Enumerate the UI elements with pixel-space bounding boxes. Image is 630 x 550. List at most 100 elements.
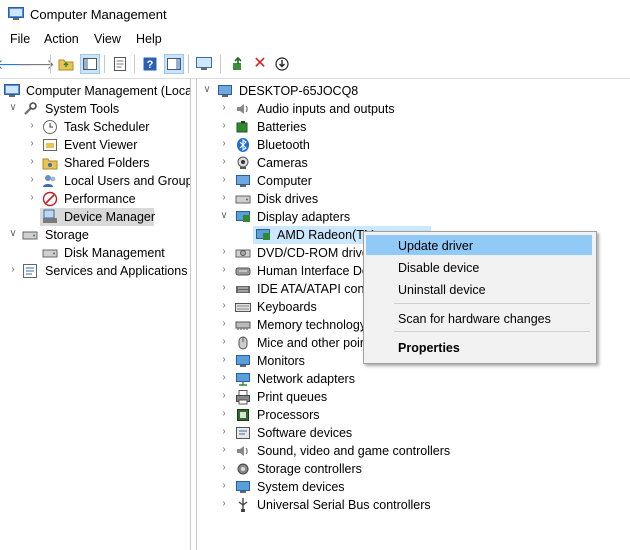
menu-item-properties[interactable]: Properties xyxy=(366,337,592,357)
menu-item-scan-hardware[interactable]: Scan for hardware changes xyxy=(366,308,592,328)
tree-item-computer-management[interactable]: Computer Management (Local xyxy=(0,82,190,100)
tree-item-services[interactable]: › Services and Applications xyxy=(0,262,190,280)
system-device-icon xyxy=(235,479,251,495)
category-label: Display adapters xyxy=(257,210,351,224)
device-category[interactable]: › Universal Serial Bus controllers xyxy=(197,496,630,514)
chevron-right-icon[interactable]: › xyxy=(219,138,229,150)
chevron-down-icon[interactable]: ∨ xyxy=(219,210,229,222)
category-label: Universal Serial Bus controllers xyxy=(257,498,431,512)
chevron-right-icon[interactable]: › xyxy=(219,462,229,474)
menu-view[interactable]: View xyxy=(94,32,121,46)
chevron-right-icon[interactable]: › xyxy=(219,426,229,438)
menu-action[interactable]: Action xyxy=(44,32,79,46)
device-category[interactable]: › Network adapters xyxy=(197,370,630,388)
device-category[interactable]: › Bluetooth xyxy=(197,136,630,154)
chevron-right-icon[interactable]: › xyxy=(219,390,229,402)
chevron-right-icon[interactable]: › xyxy=(27,192,37,204)
download-icon[interactable] xyxy=(272,54,292,74)
menu-help[interactable]: Help xyxy=(136,32,162,46)
chevron-right-icon[interactable]: › xyxy=(219,372,229,384)
update-driver-icon[interactable] xyxy=(228,54,248,74)
toolbar-separator xyxy=(220,55,221,73)
menu-item-disable-device[interactable]: Disable device xyxy=(366,257,592,277)
users-icon xyxy=(42,173,58,189)
title-bar: Computer Management xyxy=(0,0,630,30)
chevron-right-icon[interactable]: › xyxy=(219,336,229,348)
hid-icon xyxy=(235,263,251,279)
chevron-right-icon[interactable]: › xyxy=(219,156,229,168)
chevron-right-icon[interactable]: › xyxy=(27,174,37,186)
chevron-right-icon[interactable]: › xyxy=(219,318,229,330)
chevron-right-icon[interactable]: › xyxy=(219,120,229,132)
device-category[interactable]: › System devices xyxy=(197,478,630,496)
device-category[interactable]: › Sound, video and game controllers xyxy=(197,442,630,460)
tree-item-event-viewer[interactable]: › Event Viewer xyxy=(0,136,190,154)
svg-text:?: ? xyxy=(147,59,154,71)
chevron-right-icon[interactable]: › xyxy=(219,408,229,420)
category-label: Audio inputs and outputs xyxy=(257,102,395,116)
device-category[interactable]: › Software devices xyxy=(197,424,630,442)
device-category[interactable]: ∨ Display adapters xyxy=(197,208,630,226)
computer-icon xyxy=(235,173,251,189)
bluetooth-icon xyxy=(235,137,251,153)
chevron-right-icon[interactable]: › xyxy=(219,282,229,294)
show-hide-tree-icon[interactable] xyxy=(80,54,100,74)
performance-icon xyxy=(42,191,58,207)
chevron-right-icon[interactable]: › xyxy=(219,174,229,186)
tree-item-local-users[interactable]: › Local Users and Groups xyxy=(0,172,190,190)
device-category[interactable]: › Batteries xyxy=(197,118,630,136)
device-category[interactable]: › Computer xyxy=(197,172,630,190)
window-title: Computer Management xyxy=(30,7,167,22)
device-manager-icon xyxy=(42,209,58,225)
device-category[interactable]: › Audio inputs and outputs xyxy=(197,100,630,118)
category-label: Software devices xyxy=(257,426,353,440)
chevron-right-icon[interactable]: › xyxy=(219,480,229,492)
tree-item-device-manager[interactable]: Device Manager xyxy=(0,208,190,226)
chevron-right-icon[interactable]: › xyxy=(219,102,229,114)
chevron-right-icon[interactable]: › xyxy=(27,138,37,150)
computer-management-icon xyxy=(8,7,24,20)
menu-item-update-driver[interactable]: Update driver xyxy=(366,235,592,255)
category-label: Cameras xyxy=(257,156,308,170)
action-pane-icon[interactable] xyxy=(164,54,184,74)
device-category[interactable]: › Cameras xyxy=(197,154,630,172)
help-icon[interactable]: ? xyxy=(140,54,160,74)
chevron-right-icon[interactable]: › xyxy=(27,120,37,132)
chevron-down-icon[interactable]: ∨ xyxy=(8,228,18,240)
chevron-right-icon[interactable]: › xyxy=(219,264,229,276)
up-folder-icon[interactable] xyxy=(56,54,76,74)
chevron-right-icon[interactable]: › xyxy=(27,156,37,168)
properties-icon[interactable] xyxy=(110,54,130,74)
device-root[interactable]: ∨ DESKTOP-65JOCQ8 xyxy=(197,82,630,100)
tree-label: Local Users and Groups xyxy=(64,174,191,188)
chevron-right-icon[interactable]: › xyxy=(219,444,229,456)
tree-item-system-tools[interactable]: ∨ System Tools xyxy=(0,100,190,118)
chevron-right-icon[interactable]: › xyxy=(8,264,18,276)
menu-item-uninstall-device[interactable]: Uninstall device xyxy=(366,279,592,299)
device-category[interactable]: › Print queues xyxy=(197,388,630,406)
chevron-down-icon[interactable]: ∨ xyxy=(8,102,18,114)
chevron-right-icon[interactable]: › xyxy=(219,300,229,312)
toolbar-separator xyxy=(134,55,135,73)
tree-label: Storage xyxy=(45,228,89,242)
tree-item-shared-folders[interactable]: › Shared Folders xyxy=(0,154,190,172)
chevron-right-icon[interactable]: › xyxy=(219,192,229,204)
tree-item-disk-management[interactable]: Disk Management xyxy=(0,244,190,262)
tree-item-task-scheduler[interactable]: › Task Scheduler xyxy=(0,118,190,136)
tree-item-performance[interactable]: › Performance xyxy=(0,190,190,208)
chevron-down-icon[interactable]: ∨ xyxy=(202,84,212,96)
chevron-right-icon[interactable]: › xyxy=(219,354,229,366)
device-category[interactable]: › Processors xyxy=(197,406,630,424)
forward-arrow-icon[interactable]: 🡒 xyxy=(17,54,55,74)
menu-file[interactable]: File xyxy=(10,32,30,46)
category-label: IDE ATA/ATAPI contr xyxy=(257,282,373,296)
uninstall-icon[interactable]: ✕ xyxy=(250,54,270,74)
sound-controller-icon xyxy=(235,443,251,459)
device-category[interactable]: › Disk drives xyxy=(197,190,630,208)
monitor-icon[interactable] xyxy=(194,54,214,74)
tree-item-storage[interactable]: ∨ Storage xyxy=(0,226,190,244)
chevron-right-icon[interactable]: › xyxy=(219,498,229,510)
services-icon xyxy=(22,263,38,279)
chevron-right-icon[interactable]: › xyxy=(219,246,229,258)
device-category[interactable]: › Storage controllers xyxy=(197,460,630,478)
